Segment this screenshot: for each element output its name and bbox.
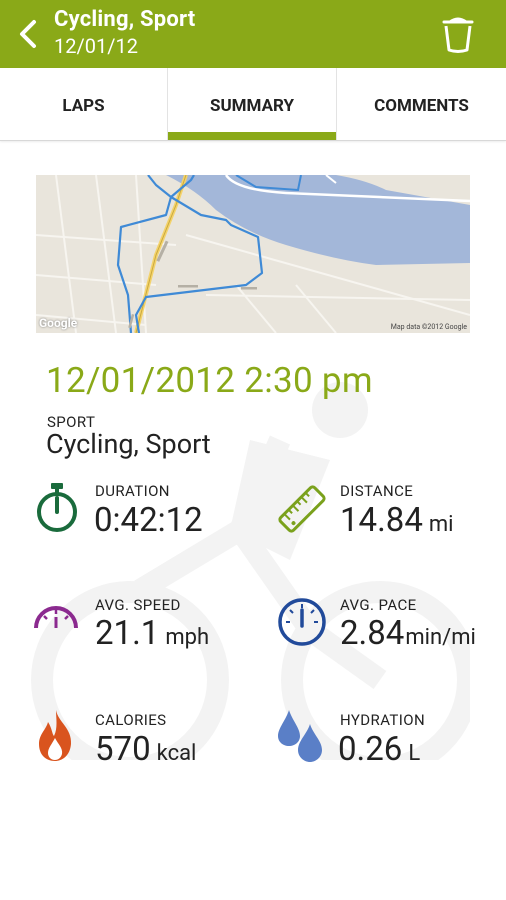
tab-bar: LAPS SUMMARY COMMENTS bbox=[0, 68, 506, 141]
avg-speed-unit: mph bbox=[165, 625, 210, 650]
active-tab-indicator bbox=[168, 132, 336, 140]
avg-pace-label: AVG. PACE bbox=[340, 596, 417, 614]
avg-speed-label: AVG. SPEED bbox=[95, 596, 181, 614]
avg-pace-number: 2.84 bbox=[340, 614, 405, 653]
distance-value: 14.84 mi bbox=[340, 501, 454, 540]
calories-unit: kcal bbox=[156, 741, 197, 766]
calories-label: CALORIES bbox=[95, 711, 167, 729]
pace-dial-icon bbox=[278, 598, 326, 646]
title-block: Cycling, Sport 12/01/12 bbox=[54, 6, 195, 58]
speed-gauge-icon bbox=[34, 606, 78, 629]
flame-icon bbox=[39, 710, 72, 761]
distance-label: DISTANCE bbox=[340, 482, 414, 500]
hydration-unit: L bbox=[408, 741, 421, 766]
map-attribution: Map data ©2012 Google bbox=[390, 323, 467, 331]
tab-summary[interactable]: SUMMARY bbox=[168, 68, 336, 140]
google-logo: Google bbox=[39, 316, 78, 330]
hydration-number: 0.26 bbox=[338, 730, 403, 769]
ruler-icon bbox=[278, 485, 326, 533]
tab-comments[interactable]: COMMENTS bbox=[337, 68, 506, 140]
stopwatch-icon bbox=[37, 483, 77, 532]
page-subtitle-date: 12/01/12 bbox=[54, 34, 138, 58]
avg-speed-value: 21.1 mph bbox=[95, 614, 209, 653]
calories-value: 570 kcal bbox=[95, 730, 196, 769]
page-title: Cycling, Sport bbox=[54, 7, 196, 32]
avg-speed-number: 21.1 bbox=[95, 614, 160, 653]
avg-pace-value: 2.84min/mi bbox=[340, 614, 476, 653]
water-drops-icon bbox=[278, 710, 322, 762]
chevron-left-icon[interactable] bbox=[16, 18, 40, 50]
hydration-label: HYDRATION bbox=[340, 711, 426, 729]
trash-icon[interactable] bbox=[440, 14, 476, 54]
avg-pace-unit: min/mi bbox=[405, 625, 476, 650]
calories-number: 570 bbox=[95, 730, 151, 769]
route-map[interactable]: Google Map data ©2012 Google bbox=[36, 175, 470, 333]
workout-datetime: 12/01/2012 2:30 pm bbox=[46, 360, 373, 401]
tab-laps[interactable]: LAPS bbox=[0, 68, 167, 140]
distance-number: 14.84 bbox=[340, 501, 423, 540]
duration-value: 0:42:12 bbox=[94, 501, 203, 540]
hydration-value: 0.26 L bbox=[338, 730, 420, 769]
duration-label: DURATION bbox=[95, 482, 170, 500]
duration-number: 0:42:12 bbox=[94, 501, 203, 540]
distance-unit: mi bbox=[428, 512, 454, 537]
sport-value: Cycling, Sport bbox=[46, 428, 211, 460]
app-bar: Cycling, Sport 12/01/12 bbox=[0, 0, 506, 68]
